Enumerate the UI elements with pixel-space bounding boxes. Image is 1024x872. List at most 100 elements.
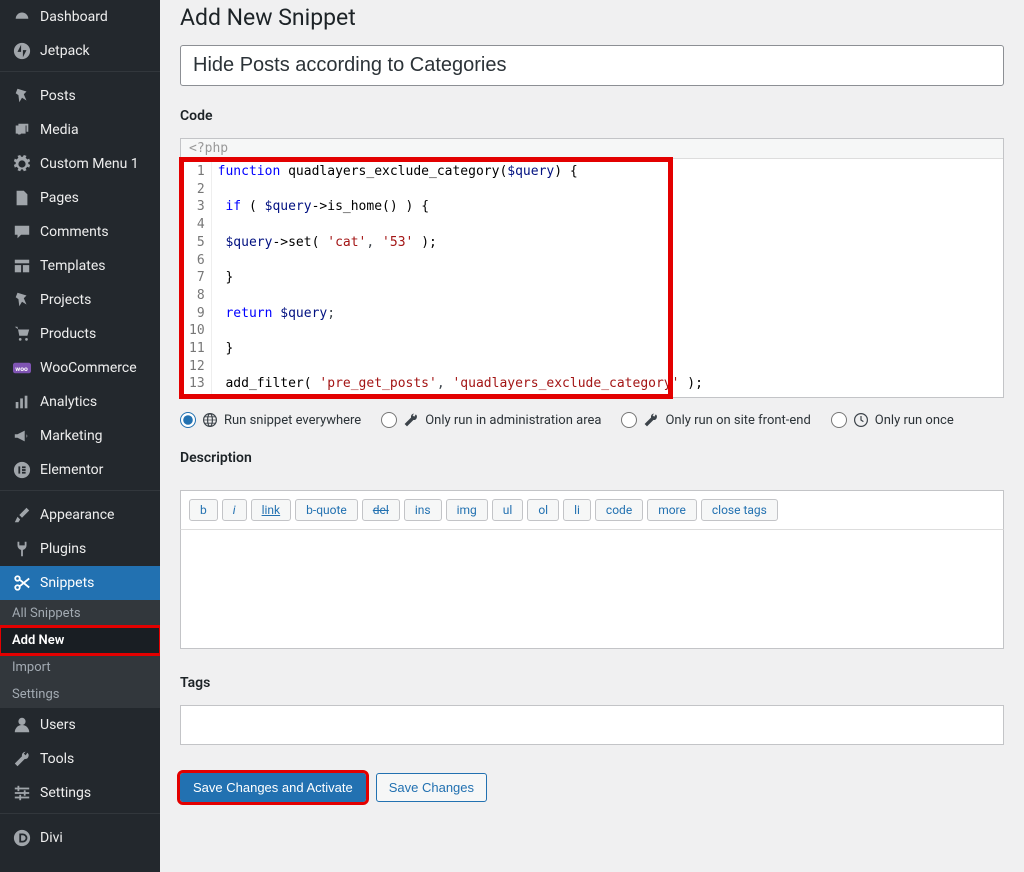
menu-item-jetpack[interactable]: Jetpack bbox=[0, 34, 160, 68]
gear-icon bbox=[12, 154, 32, 174]
qt-ins-button[interactable]: ins bbox=[404, 499, 442, 521]
menu-item-products[interactable]: Products bbox=[0, 317, 160, 351]
menu-item-elementor[interactable]: Elementor bbox=[0, 453, 160, 487]
dashboard-icon bbox=[12, 7, 32, 27]
qt-img-button[interactable]: img bbox=[446, 499, 488, 521]
code-gutter: 1 2 3 4 5 6 7 8 9 10 11 12 13 bbox=[183, 161, 212, 395]
qt-li-button[interactable]: li bbox=[563, 499, 591, 521]
menu-item-users[interactable]: Users bbox=[0, 708, 160, 742]
tags-input[interactable] bbox=[180, 705, 1004, 745]
menu-item-label: Tools bbox=[40, 751, 74, 767]
qt-b-quote-button[interactable]: b-quote bbox=[295, 499, 358, 521]
page-icon bbox=[12, 188, 32, 208]
php-open-tag: <?php bbox=[181, 139, 1003, 159]
scope-radio-front[interactable] bbox=[621, 412, 637, 428]
scope-option-front[interactable]: Only run on site front-end bbox=[621, 412, 810, 428]
pin-icon bbox=[12, 86, 32, 106]
description-editor: bilinkb-quotedelinsimgulollicodemoreclos… bbox=[180, 490, 1004, 653]
qt-del-button[interactable]: del bbox=[362, 499, 400, 521]
megaphone-icon bbox=[12, 426, 32, 446]
scope-radio-admin[interactable] bbox=[381, 412, 397, 428]
menu-item-custom-menu-1[interactable]: Custom Menu 1 bbox=[0, 147, 160, 181]
qt-ul-button[interactable]: ul bbox=[492, 499, 524, 521]
menu-item-appearance[interactable]: Appearance bbox=[0, 498, 160, 532]
menu-item-dashboard[interactable]: Dashboard bbox=[0, 0, 160, 34]
menu-item-label: WooCommerce bbox=[40, 360, 137, 376]
code-editor[interactable]: <?php 1 2 3 4 5 6 7 8 9 10 11 12 13 func… bbox=[180, 138, 1004, 398]
menu-item-posts[interactable]: Posts bbox=[0, 79, 160, 113]
menu-item-label: Pages bbox=[40, 190, 79, 206]
qt-link-button[interactable]: link bbox=[251, 499, 292, 521]
comment-icon bbox=[12, 222, 32, 242]
qt-ol-button[interactable]: ol bbox=[527, 499, 559, 521]
menu-item-label: Elementor bbox=[40, 462, 103, 478]
submenu-item-settings[interactable]: Settings bbox=[0, 681, 160, 708]
admin-sidebar: Dashboard Jetpack Posts Media Custom Menu 1 P… bbox=[0, 0, 160, 872]
description-textarea[interactable] bbox=[180, 529, 1004, 649]
menu-item-tools[interactable]: Tools bbox=[0, 742, 160, 776]
wrench-sm-icon bbox=[403, 412, 419, 428]
menu-item-label: Custom Menu 1 bbox=[40, 156, 139, 172]
product-icon bbox=[12, 324, 32, 344]
scope-option-everywhere[interactable]: Run snippet everywhere bbox=[180, 412, 361, 428]
menu-item-media[interactable]: Media bbox=[0, 113, 160, 147]
elementor-icon bbox=[12, 460, 32, 480]
submenu-item-import[interactable]: Import bbox=[0, 654, 160, 681]
menu-item-marketing[interactable]: Marketing bbox=[0, 419, 160, 453]
scope-options: Run snippet everywhere Only run in admini… bbox=[180, 412, 1004, 428]
scope-option-admin[interactable]: Only run in administration area bbox=[381, 412, 601, 428]
save-activate-button[interactable]: Save Changes and Activate bbox=[180, 773, 366, 802]
scope-label: Only run on site front-end bbox=[665, 413, 810, 428]
scope-option-once[interactable]: Only run once bbox=[831, 412, 954, 428]
menu-item-label: Templates bbox=[40, 258, 106, 274]
template-icon bbox=[12, 256, 32, 276]
menu-item-analytics[interactable]: Analytics bbox=[0, 385, 160, 419]
main-content: Add New Snippet Code <?php 1 2 3 4 5 6 7… bbox=[160, 0, 1024, 872]
qt-b-button[interactable]: b bbox=[189, 499, 218, 521]
quicktags-toolbar: bilinkb-quotedelinsimgulollicodemoreclos… bbox=[180, 490, 1004, 529]
wrench-sm-icon bbox=[643, 412, 659, 428]
menu-item-snippets[interactable]: Snippets bbox=[0, 566, 160, 600]
menu-item-plugins[interactable]: Plugins bbox=[0, 532, 160, 566]
qt-code-button[interactable]: code bbox=[595, 499, 643, 521]
menu-item-divi[interactable]: Divi bbox=[0, 821, 160, 855]
menu-item-label: Posts bbox=[40, 88, 76, 104]
menu-item-label: Plugins bbox=[40, 541, 86, 557]
qt-more-button[interactable]: more bbox=[647, 499, 697, 521]
menu-item-label: Products bbox=[40, 326, 96, 342]
code-section-label: Code bbox=[180, 108, 1004, 124]
scope-radio-once[interactable] bbox=[831, 412, 847, 428]
menu-item-label: Users bbox=[40, 717, 76, 733]
menu-item-label: Comments bbox=[40, 224, 109, 240]
submenu: All SnippetsAdd NewImportSettings bbox=[0, 600, 160, 708]
scope-label: Run snippet everywhere bbox=[224, 413, 361, 428]
menu-item-pages[interactable]: Pages bbox=[0, 181, 160, 215]
qt-i-button[interactable]: i bbox=[222, 499, 247, 521]
menu-item-label: Dashboard bbox=[40, 9, 108, 25]
menu-item-woocommerce[interactable]: wooWooCommerce bbox=[0, 351, 160, 385]
menu-item-templates[interactable]: Templates bbox=[0, 249, 160, 283]
submenu-item-all-snippets[interactable]: All Snippets bbox=[0, 600, 160, 627]
description-section-label: Description bbox=[180, 450, 1004, 466]
snippet-title-input[interactable] bbox=[180, 45, 1004, 86]
menu-item-settings[interactable]: Settings bbox=[0, 776, 160, 810]
scope-label: Only run once bbox=[875, 413, 954, 428]
scope-radio-everywhere[interactable] bbox=[180, 412, 196, 428]
submenu-item-add-new[interactable]: Add New bbox=[0, 627, 160, 654]
pin-icon bbox=[12, 290, 32, 310]
globe-icon bbox=[202, 412, 218, 428]
menu-item-projects[interactable]: Projects bbox=[0, 283, 160, 317]
qt-close-tags-button[interactable]: close tags bbox=[701, 499, 778, 521]
menu-item-label: Divi bbox=[40, 830, 63, 846]
scissors-icon bbox=[12, 573, 32, 593]
save-button[interactable]: Save Changes bbox=[376, 773, 487, 802]
media-icon bbox=[12, 120, 32, 140]
wrench-icon bbox=[12, 749, 32, 769]
menu-item-comments[interactable]: Comments bbox=[0, 215, 160, 249]
menu-item-label: Analytics bbox=[40, 394, 97, 410]
menu-item-label: Jetpack bbox=[40, 43, 90, 59]
menu-item-label: Appearance bbox=[40, 507, 114, 523]
code-body[interactable]: function quadlayers_exclude_category($qu… bbox=[212, 161, 709, 395]
clock-icon bbox=[853, 412, 869, 428]
page-title: Add New Snippet bbox=[180, 4, 1004, 31]
